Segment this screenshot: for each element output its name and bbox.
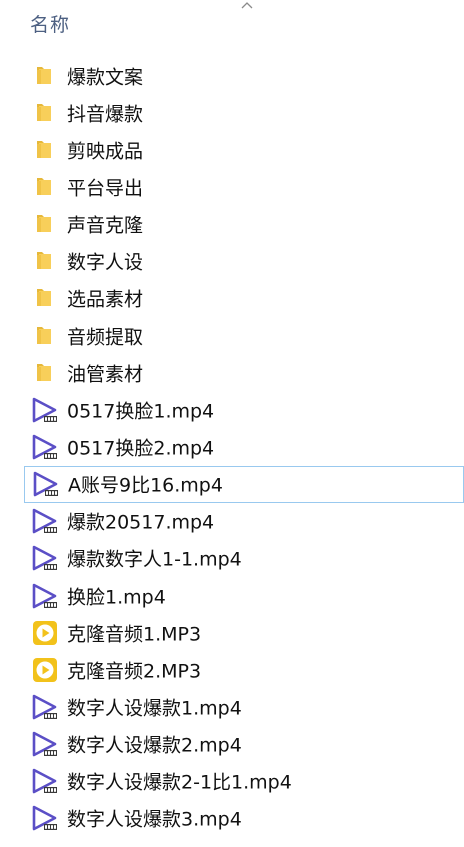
item-name-label: 剪映成品	[67, 140, 144, 163]
folder-item[interactable]: 平台导出	[0, 168, 464, 205]
folder-icon	[30, 172, 60, 202]
video-file-icon	[30, 766, 60, 796]
video-file-icon	[30, 395, 60, 425]
folder-item[interactable]: 选品素材	[0, 280, 464, 317]
file-item[interactable]: 0517换脸1.mp4	[0, 391, 464, 428]
video-file-icon	[30, 729, 60, 759]
item-name-label: 克隆音频1.MP3	[67, 623, 202, 646]
item-name-label: 克隆音频2.MP3	[67, 660, 202, 683]
video-file-icon	[30, 506, 60, 536]
audio-file-icon	[30, 618, 60, 648]
item-name-label: 0517换脸1.mp4	[67, 400, 215, 423]
video-file-icon	[30, 432, 60, 462]
file-list: 爆款文案 抖音爆款 剪映成品 平台导出 声音克隆 数字人设 选品素材 音频提取 …	[0, 57, 464, 837]
file-item[interactable]: 数字人设爆款2.mp4	[0, 726, 464, 763]
item-name-label: 油管素材	[67, 363, 144, 386]
folder-icon	[30, 135, 60, 165]
item-name-label: 平台导出	[67, 177, 144, 200]
item-name-label: 数字人设	[67, 251, 144, 274]
video-file-icon	[30, 803, 60, 833]
folder-item[interactable]: 油管素材	[0, 354, 464, 391]
video-file-icon	[30, 543, 60, 573]
folder-icon	[30, 98, 60, 128]
file-list-pane: 名称 爆款文案 抖音爆款 剪映成品 平台导出 声音克隆 数字人设 选品素材 音频…	[0, 0, 464, 847]
folder-item[interactable]: 爆款文案	[0, 57, 464, 94]
item-name-label: 声音克隆	[67, 214, 144, 237]
item-name-label: 选品素材	[67, 288, 144, 311]
folder-icon	[30, 321, 60, 351]
column-header: 名称	[0, 0, 464, 46]
file-item[interactable]: 数字人设爆款3.mp4	[0, 800, 464, 837]
item-name-label: 0517换脸2.mp4	[67, 437, 215, 460]
folder-item[interactable]: 数字人设	[0, 243, 464, 280]
item-name-label: 数字人设爆款2.mp4	[67, 734, 242, 757]
file-item[interactable]: 克隆音频2.MP3	[0, 651, 464, 688]
file-item[interactable]: 克隆音频1.MP3	[0, 614, 464, 651]
folder-icon	[30, 209, 60, 239]
item-name-label: 爆款数字人1-1.mp4	[67, 548, 242, 571]
item-name-label: 数字人设爆款2-1比1.mp4	[67, 771, 292, 794]
item-name-label: 爆款文案	[67, 66, 144, 89]
video-file-icon	[30, 692, 60, 722]
file-item[interactable]: 爆款20517.mp4	[0, 503, 464, 540]
folder-icon	[30, 283, 60, 313]
file-item[interactable]: A账号9比16.mp4	[24, 465, 464, 503]
folder-item[interactable]: 音频提取	[0, 317, 464, 354]
file-item[interactable]: 换脸1.mp4	[0, 577, 464, 614]
name-column-header[interactable]: 名称	[30, 10, 70, 37]
item-name-label: 数字人设爆款1.mp4	[67, 697, 242, 720]
folder-item[interactable]: 抖音爆款	[0, 94, 464, 131]
folder-item[interactable]: 声音克隆	[0, 206, 464, 243]
file-item[interactable]: 数字人设爆款2-1比1.mp4	[0, 763, 464, 800]
item-name-label: 抖音爆款	[67, 103, 144, 126]
item-name-label: 爆款20517.mp4	[67, 511, 215, 534]
item-name-label: 换脸1.mp4	[67, 586, 166, 609]
video-file-icon	[30, 581, 60, 611]
audio-file-icon	[30, 655, 60, 685]
item-name-label: 音频提取	[67, 326, 144, 349]
folder-icon	[30, 246, 60, 276]
folder-icon	[30, 61, 60, 91]
folder-item[interactable]: 剪映成品	[0, 131, 464, 168]
file-item[interactable]: 数字人设爆款1.mp4	[0, 688, 464, 725]
folder-icon	[30, 358, 60, 388]
file-item[interactable]: 0517换脸2.mp4	[0, 428, 464, 465]
item-name-label: A账号9比16.mp4	[68, 474, 223, 497]
video-file-icon	[31, 469, 61, 499]
item-name-label: 数字人设爆款3.mp4	[67, 808, 242, 831]
sort-ascending-icon[interactable]	[240, 0, 254, 10]
file-item[interactable]: 爆款数字人1-1.mp4	[0, 540, 464, 577]
